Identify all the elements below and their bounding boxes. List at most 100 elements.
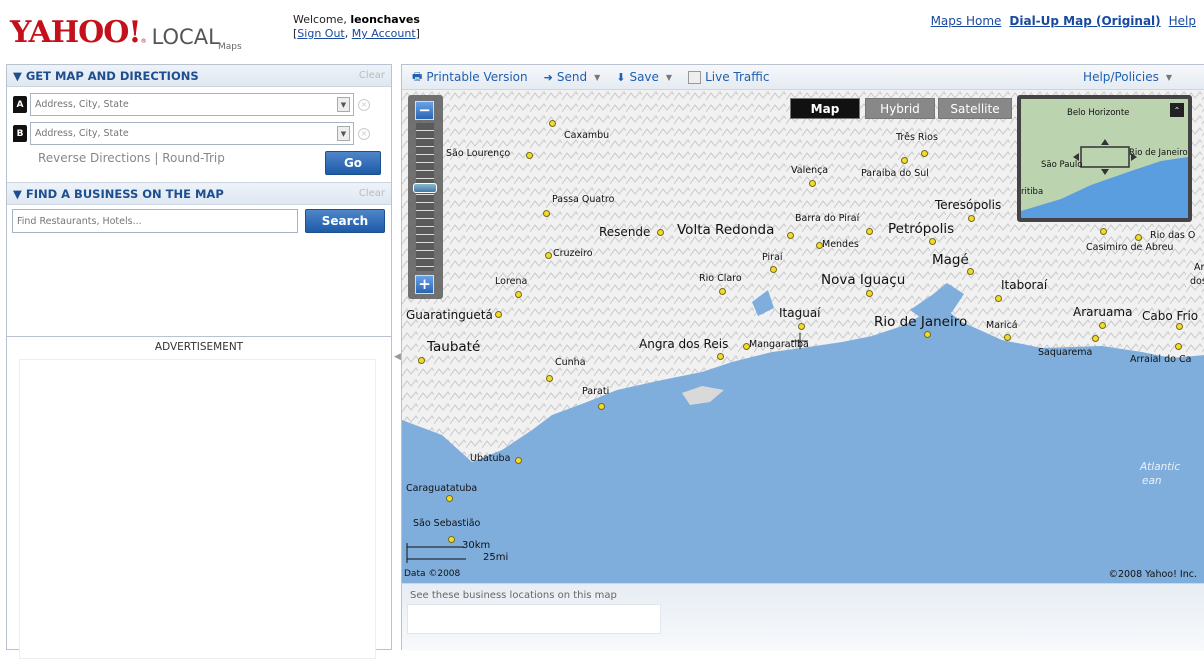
start-dropdown-icon[interactable]: ▼ bbox=[337, 97, 350, 112]
map-place-label[interactable]: Magé bbox=[932, 252, 969, 268]
city-marker-icon[interactable] bbox=[967, 268, 974, 275]
printable-version-button[interactable]: 🖶 Printable Version bbox=[412, 68, 528, 87]
map-place-label[interactable]: Itaboraí bbox=[1001, 278, 1047, 292]
help-policies-button[interactable]: Help/Policies ▼ bbox=[1083, 70, 1172, 84]
map-place-label[interactable]: Ubatuba bbox=[470, 453, 510, 464]
send-button[interactable]: ➜ Send ▼ bbox=[544, 70, 601, 84]
map-place-label[interactable]: Ar bbox=[1194, 262, 1204, 273]
city-marker-icon[interactable] bbox=[995, 295, 1002, 302]
map-place-label[interactable]: Atlantic bbox=[1140, 461, 1180, 473]
city-marker-icon[interactable] bbox=[866, 228, 873, 235]
collapse-overview-icon[interactable]: ⌃ bbox=[1170, 103, 1184, 117]
city-marker-icon[interactable] bbox=[448, 536, 455, 543]
map-place-label[interactable]: Três Rios bbox=[896, 132, 938, 143]
city-marker-icon[interactable] bbox=[495, 311, 502, 318]
map-place-label[interactable]: Rio de Janeiro bbox=[874, 314, 967, 330]
zoom-slider-handle[interactable] bbox=[413, 183, 437, 193]
help-link[interactable]: Help bbox=[1169, 14, 1196, 28]
map-place-label[interactable]: Casimiro de Abreu bbox=[1086, 242, 1173, 253]
city-marker-icon[interactable] bbox=[446, 495, 453, 502]
map-place-label[interactable]: Mangaratiba bbox=[749, 339, 809, 350]
city-marker-icon[interactable] bbox=[798, 323, 805, 330]
map-place-label[interactable]: ean bbox=[1142, 475, 1162, 487]
map-place-label[interactable]: Piraí bbox=[762, 252, 783, 263]
city-marker-icon[interactable] bbox=[1175, 343, 1182, 350]
advertisement-box[interactable] bbox=[19, 359, 376, 659]
map-place-label[interactable]: Angra dos Reis bbox=[639, 337, 728, 351]
map-place-label[interactable]: Passa Quatro bbox=[552, 194, 614, 205]
search-button[interactable]: Search bbox=[305, 209, 385, 233]
start-address-input[interactable] bbox=[35, 99, 325, 110]
city-marker-icon[interactable] bbox=[1004, 334, 1011, 341]
city-marker-icon[interactable] bbox=[816, 242, 823, 249]
map-place-label[interactable]: Arraial do Ca bbox=[1130, 354, 1191, 365]
city-marker-icon[interactable] bbox=[717, 353, 724, 360]
sign-out-link[interactable]: Sign Out bbox=[297, 27, 344, 40]
city-marker-icon[interactable] bbox=[901, 157, 908, 164]
map-place-label[interactable]: Valença bbox=[791, 165, 828, 176]
city-marker-icon[interactable] bbox=[545, 252, 552, 259]
yahoo-local-logo[interactable]: YAHOO! ® LOCAL bbox=[10, 18, 220, 49]
map-place-label[interactable]: São Sebastião bbox=[413, 518, 480, 529]
city-marker-icon[interactable] bbox=[929, 238, 936, 245]
city-marker-icon[interactable] bbox=[921, 150, 928, 157]
city-marker-icon[interactable] bbox=[1135, 234, 1142, 241]
business-locations-box[interactable] bbox=[407, 604, 661, 634]
city-marker-icon[interactable] bbox=[1099, 322, 1106, 329]
city-marker-icon[interactable] bbox=[968, 215, 975, 222]
map-place-label[interactable]: Volta Redonda bbox=[677, 222, 774, 238]
map-place-label[interactable]: Resende bbox=[599, 225, 650, 239]
zoom-track[interactable] bbox=[416, 123, 434, 271]
city-marker-icon[interactable] bbox=[770, 266, 777, 273]
map-place-label[interactable]: São Lourenço bbox=[446, 148, 510, 159]
city-marker-icon[interactable] bbox=[543, 210, 550, 217]
zoom-out-icon[interactable]: − bbox=[415, 101, 434, 120]
city-marker-icon[interactable] bbox=[1176, 323, 1183, 330]
city-marker-icon[interactable] bbox=[657, 229, 664, 236]
city-marker-icon[interactable] bbox=[1100, 228, 1107, 235]
map-type-satellite-button[interactable]: Satellite bbox=[938, 98, 1012, 119]
map-place-label[interactable]: dos bbox=[1190, 276, 1204, 287]
map-place-label[interactable]: Nova Iguaçu bbox=[821, 272, 905, 288]
map-place-label[interactable]: Rio das O bbox=[1150, 230, 1195, 241]
end-address-input[interactable] bbox=[35, 128, 325, 139]
map-type-map-button[interactable]: Map bbox=[790, 98, 860, 119]
map-place-label[interactable]: Saquarema bbox=[1038, 347, 1092, 358]
map-place-label[interactable]: Caraguatatuba bbox=[406, 483, 477, 494]
city-marker-icon[interactable] bbox=[787, 232, 794, 239]
start-clear-icon[interactable]: × bbox=[358, 98, 370, 111]
zoom-in-icon[interactable]: + bbox=[415, 275, 434, 294]
city-marker-icon[interactable] bbox=[515, 291, 522, 298]
directions-clear[interactable]: Clear bbox=[359, 70, 385, 81]
collapse-panel-icon[interactable]: ◀ bbox=[394, 352, 401, 366]
city-marker-icon[interactable] bbox=[598, 403, 605, 410]
go-button[interactable]: Go bbox=[325, 151, 381, 175]
map-place-label[interactable]: Petrópolis bbox=[888, 221, 954, 237]
city-marker-icon[interactable] bbox=[418, 357, 425, 364]
map-place-label[interactable]: Araruama bbox=[1073, 305, 1132, 319]
map-place-label[interactable]: Barra do Piraí bbox=[795, 213, 859, 224]
end-field[interactable]: ▼ bbox=[30, 122, 354, 145]
map-place-label[interactable]: Cruzeiro bbox=[553, 248, 593, 259]
map-place-label[interactable]: Lorena bbox=[495, 276, 527, 287]
city-marker-icon[interactable] bbox=[1092, 335, 1099, 342]
end-clear-icon[interactable]: × bbox=[358, 127, 370, 140]
business-search-input[interactable] bbox=[12, 209, 298, 233]
map-place-label[interactable]: Parati bbox=[582, 386, 609, 397]
map-canvas[interactable]: Map Hybrid Satellite − + Caxambu São Lour… bbox=[402, 90, 1204, 583]
directions-header[interactable]: ▼ GET MAP AND DIRECTIONS Clear bbox=[7, 65, 391, 87]
map-place-label[interactable]: Maricá bbox=[986, 320, 1018, 331]
map-type-hybrid-button[interactable]: Hybrid bbox=[865, 98, 935, 119]
dialup-map-link[interactable]: Dial-Up Map (Original) bbox=[1009, 14, 1160, 28]
city-marker-icon[interactable] bbox=[549, 120, 556, 127]
business-header[interactable]: ▼ FIND A BUSINESS ON THE MAP Clear bbox=[7, 183, 391, 205]
city-marker-icon[interactable] bbox=[809, 180, 816, 187]
map-place-label[interactable]: Teresópolis bbox=[935, 198, 1001, 212]
reverse-directions-link[interactable]: Reverse Directions bbox=[38, 151, 151, 165]
city-marker-icon[interactable] bbox=[546, 375, 553, 382]
maps-home-link[interactable]: Maps Home bbox=[931, 14, 1002, 28]
city-marker-icon[interactable] bbox=[743, 343, 750, 350]
live-traffic-toggle[interactable]: Live Traffic bbox=[688, 70, 769, 84]
city-marker-icon[interactable] bbox=[866, 290, 873, 297]
map-place-label[interactable]: Taubaté bbox=[427, 339, 480, 355]
